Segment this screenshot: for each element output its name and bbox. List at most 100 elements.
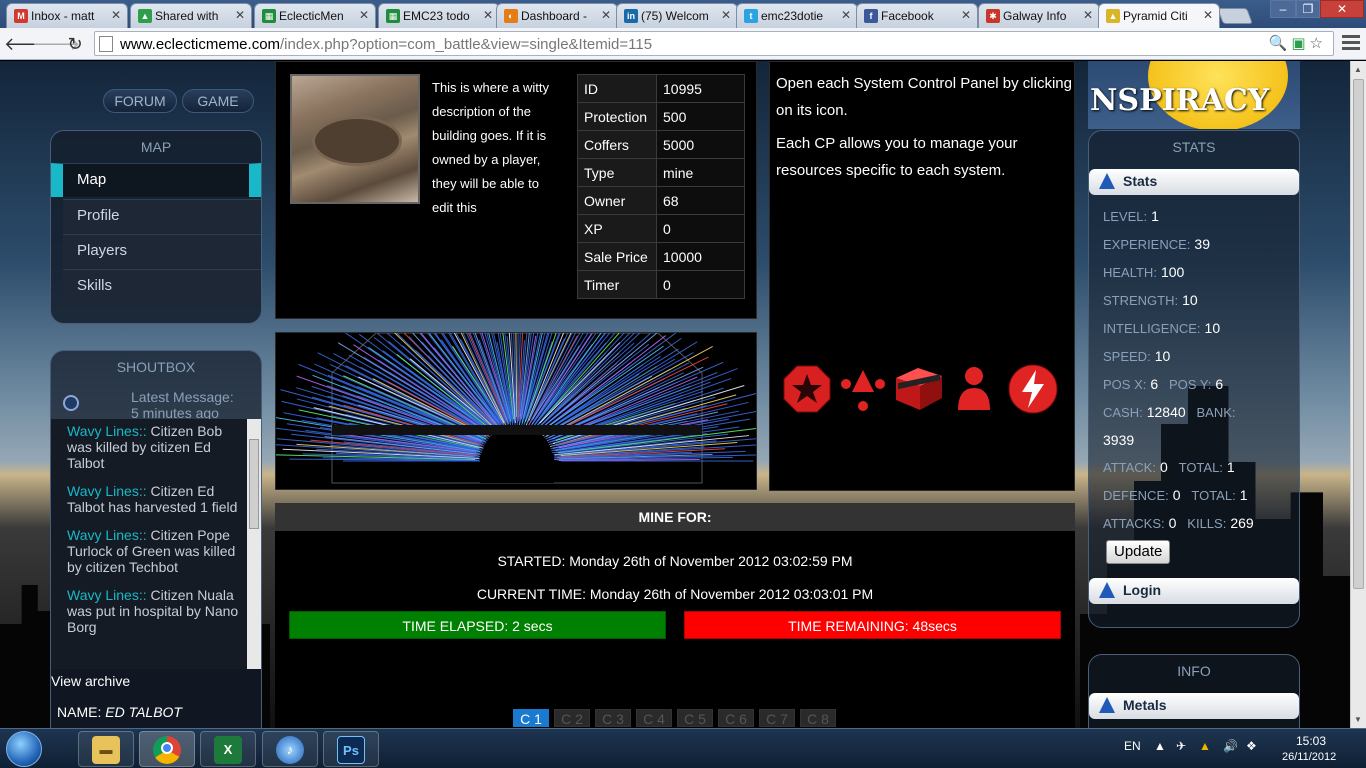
view-archive-link[interactable]: View archive xyxy=(51,673,130,689)
stat-defence: DEFENCE: 0 TOTAL: 1 xyxy=(1103,487,1247,503)
zoom-icon[interactable]: 🔍 xyxy=(1269,35,1292,52)
cp-page-1[interactable]: C 1 xyxy=(513,709,549,727)
clock-date[interactable]: 26/11/2012 xyxy=(1282,751,1336,763)
volume-icon[interactable]: 🔊 xyxy=(1223,739,1238,753)
cp-page-7[interactable]: C 7 xyxy=(759,709,795,727)
close-icon[interactable]: ✕ xyxy=(601,8,611,22)
cp-page-4[interactable]: C 4 xyxy=(636,709,672,727)
nav-item-players[interactable]: Players xyxy=(63,234,261,268)
close-icon[interactable]: ✕ xyxy=(721,8,731,22)
stat-cash: CASH: 12840 BANK: xyxy=(1103,404,1236,420)
close-icon[interactable]: ✕ xyxy=(111,8,121,22)
scroll-thumb[interactable] xyxy=(1353,79,1364,589)
nav-item-map[interactable]: Map xyxy=(51,163,261,197)
menu-icon[interactable] xyxy=(1340,32,1362,54)
stat-value: 0 xyxy=(1159,459,1168,475)
shout-author[interactable]: Wavy Lines:: xyxy=(67,587,147,603)
list-item: Wavy Lines:: Citizen Pope Turlock of Gre… xyxy=(51,523,261,583)
forward-icon[interactable]: 🡒 xyxy=(32,31,80,57)
back-icon[interactable]: 🡐 xyxy=(4,31,52,57)
forum-button[interactable]: FORUM xyxy=(103,89,177,113)
game-button[interactable]: GAME xyxy=(182,89,254,113)
new-tab-button[interactable] xyxy=(1217,8,1253,24)
tab-drive[interactable]: ▲ Shared with ✕ xyxy=(130,3,252,28)
scroll-thumb[interactable] xyxy=(249,439,259,529)
tab-linkedin[interactable]: in (75) Welcom ✕ xyxy=(616,3,738,28)
time-elapsed-bar: TIME ELAPSED: 2 secs xyxy=(289,611,666,639)
tab-sheets-2[interactable]: ▦ EMC23 todo ✕ xyxy=(378,3,500,28)
tab-dashboard[interactable]: ◐ Dashboard - ✕ xyxy=(496,3,618,28)
star-cp-icon[interactable] xyxy=(782,364,832,414)
close-icon[interactable]: ✕ xyxy=(235,8,245,22)
shout-scrollbar[interactable] xyxy=(247,419,261,669)
language-indicator[interactable]: EN xyxy=(1124,739,1141,753)
shout-author[interactable]: Wavy Lines:: xyxy=(67,423,147,439)
window-close-button[interactable]: ✕ xyxy=(1320,0,1364,18)
stat-attack: ATTACK: 0 TOTAL: 1 xyxy=(1103,459,1235,475)
tab-sheets-1[interactable]: ▦ EclecticMen ✕ xyxy=(254,3,376,28)
address-bar[interactable]: www.eclecticmeme.com /index.php?option=c… xyxy=(94,31,1334,56)
table-row: Sale Price 10000 xyxy=(577,242,745,271)
clock-time[interactable]: 15:03 xyxy=(1296,734,1326,748)
table-row: Owner 68 xyxy=(577,186,745,215)
photoshop-icon[interactable]: Ps xyxy=(323,731,379,767)
shout-author[interactable]: Wavy Lines:: xyxy=(67,483,147,499)
login-subheader[interactable]: Login xyxy=(1089,578,1299,604)
nav-item-profile[interactable]: Profile xyxy=(63,199,261,233)
stats-subheader[interactable]: Stats xyxy=(1089,169,1299,195)
close-icon[interactable]: ✕ xyxy=(1203,8,1213,22)
refresh-icon[interactable] xyxy=(63,395,79,411)
tab-facebook[interactable]: f Facebook ✕ xyxy=(856,3,978,28)
excel-icon[interactable]: X xyxy=(200,731,256,767)
lightning-cp-icon[interactable] xyxy=(1006,364,1060,414)
stat-label: INTELLIGENCE: xyxy=(1103,321,1201,336)
nav-item-skills[interactable]: Skills xyxy=(63,269,261,303)
stat-value: 100 xyxy=(1160,264,1185,280)
start-button[interactable] xyxy=(6,731,42,767)
bookmark-star-icon[interactable]: ☆ xyxy=(1310,35,1327,52)
update-button[interactable]: Update xyxy=(1106,540,1171,564)
page-scrollbar[interactable]: ▲ ▼ xyxy=(1350,61,1366,728)
close-icon[interactable]: ✕ xyxy=(841,8,851,22)
itunes-icon[interactable]: ♪ xyxy=(262,731,318,767)
explorer-icon[interactable]: ▬ xyxy=(78,731,134,767)
taskbar: ▬ X ♪ Ps EN ▲ ✈ ▲ 🔊 ❖ 15:03 26/11/2012 xyxy=(0,728,1366,768)
stat-label: EXPERIENCE: xyxy=(1103,237,1191,252)
tab-gmail[interactable]: M Inbox - matt ✕ xyxy=(6,3,128,28)
close-icon[interactable]: ✕ xyxy=(961,8,971,22)
field-value: mine xyxy=(656,158,745,187)
show-hidden-icons[interactable]: ▲ xyxy=(1154,739,1166,753)
metals-subheader[interactable]: Metals xyxy=(1089,693,1299,719)
cp-page-8[interactable]: C 8 xyxy=(800,709,836,727)
extension-icon[interactable]: ▣ xyxy=(1291,35,1309,52)
close-icon[interactable]: ✕ xyxy=(359,8,369,22)
table-row: ID 10995 xyxy=(577,74,745,103)
tab-twitter[interactable]: t emc23dotie ✕ xyxy=(736,3,858,28)
scroll-up-icon[interactable]: ▲ xyxy=(1354,65,1362,74)
cp-page-6[interactable]: C 6 xyxy=(718,709,754,727)
tab-galway[interactable]: ✱ Galway Info ✕ xyxy=(978,3,1100,28)
molecule-cp-icon[interactable] xyxy=(838,364,888,414)
shout-author[interactable]: Wavy Lines:: xyxy=(67,527,147,543)
close-icon[interactable]: ✕ xyxy=(483,8,493,22)
user-cp-icon[interactable] xyxy=(954,364,994,414)
tab-title: Dashboard - xyxy=(521,9,588,23)
box-cp-icon[interactable] xyxy=(894,364,944,414)
cp-page-2[interactable]: C 2 xyxy=(554,709,590,727)
cp-page-3[interactable]: C 3 xyxy=(595,709,631,727)
chrome-icon[interactable] xyxy=(139,731,195,767)
field-key: Owner xyxy=(577,186,657,215)
itunes-logo-icon: ♪ xyxy=(276,736,304,764)
reload-icon[interactable]: ↻ xyxy=(62,31,88,57)
minimize-button[interactable]: ‒ xyxy=(1270,0,1296,18)
stat-label: ATTACKS: xyxy=(1103,516,1165,531)
cp-page-5[interactable]: C 5 xyxy=(677,709,713,727)
close-icon[interactable]: ✕ xyxy=(1083,8,1093,22)
scroll-down-icon[interactable]: ▼ xyxy=(1354,715,1362,724)
stat-label: TOTAL: xyxy=(1178,460,1223,475)
dropbox-icon[interactable]: ❖ xyxy=(1246,739,1257,753)
maximize-button[interactable]: ❐ xyxy=(1296,0,1320,18)
tab-pyramid-citi[interactable]: ▲ Pyramid Citi ✕ xyxy=(1098,3,1220,28)
pin-icon[interactable]: ✈ xyxy=(1176,739,1186,753)
drive-tray-icon[interactable]: ▲ xyxy=(1199,739,1211,753)
